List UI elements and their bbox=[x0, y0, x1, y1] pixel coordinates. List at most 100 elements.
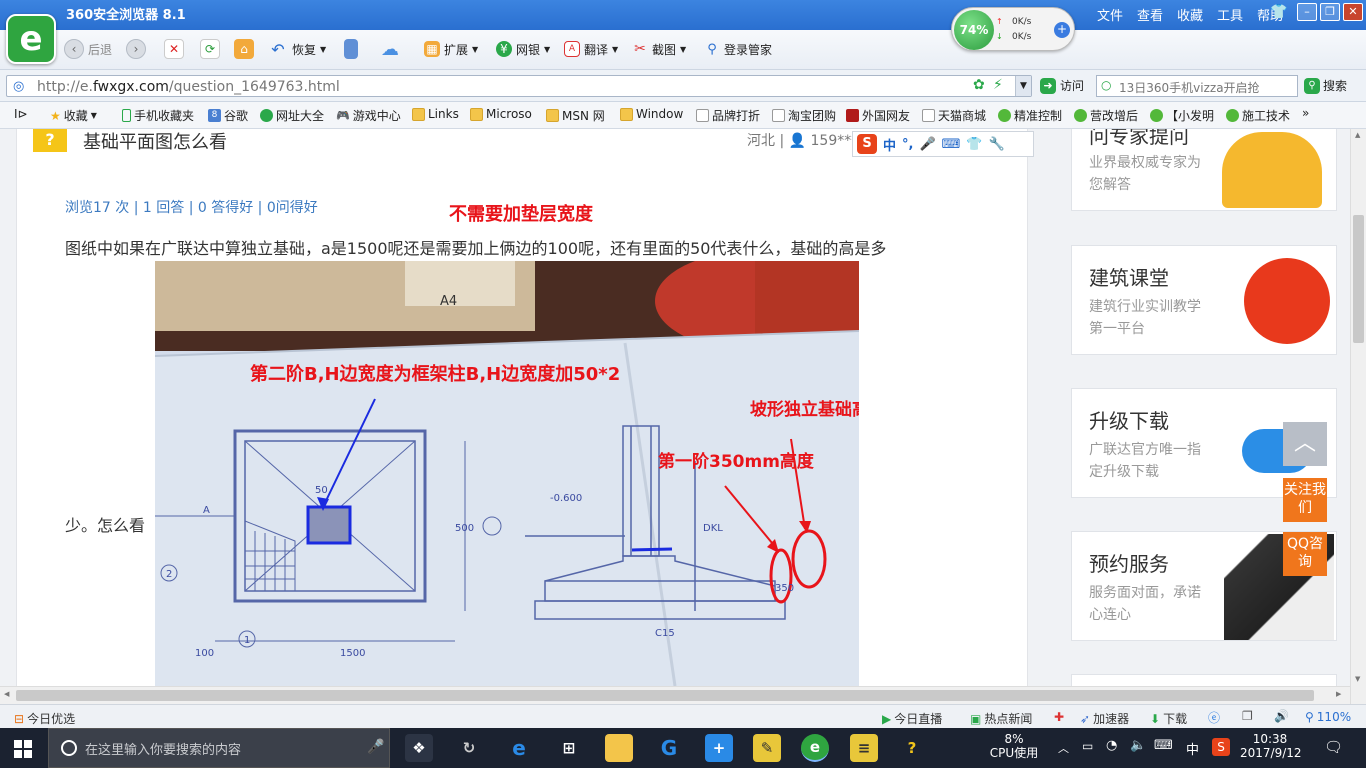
address-input[interactable]: ◎ http://e.fwxgx.com/question_1649763.ht… bbox=[6, 75, 1032, 97]
scroll-right-icon[interactable]: ▶ bbox=[1336, 690, 1341, 698]
search-input[interactable]: ○ 13日360手机vizza开启抢 bbox=[1096, 75, 1298, 97]
ad-block-icon[interactable]: ✿ bbox=[973, 77, 985, 93]
sidebar-ask-expert[interactable]: 问专家提问 业界最权威专家为您解答 bbox=[1071, 129, 1337, 211]
ime-toolbar[interactable]: S 中 °, 🎤 ⌨ 👕 🔧 bbox=[852, 131, 1034, 157]
bookmark-games[interactable]: 🎮 游戏中心 bbox=[336, 107, 401, 124]
plus-circle-icon[interactable]: ✚ bbox=[1054, 710, 1064, 724]
back-to-top-button[interactable]: ︿ bbox=[1283, 422, 1327, 466]
today-picks-link[interactable]: ⊟ 今日优选 bbox=[14, 710, 75, 727]
bookmark-microsoft[interactable]: Microso bbox=[470, 107, 532, 121]
bookmark-windows[interactable]: Window bbox=[620, 107, 683, 121]
horizontal-scroll-thumb[interactable] bbox=[16, 690, 1314, 701]
qq-consult-button[interactable]: QQ咨询 bbox=[1283, 532, 1327, 576]
more-bookmarks-icon[interactable]: » bbox=[1302, 106, 1309, 120]
zoom-level[interactable]: ⚲ 110% bbox=[1305, 710, 1351, 724]
menu-view[interactable]: 查看 bbox=[1137, 5, 1163, 24]
speaker-icon[interactable]: 🔈 bbox=[1130, 738, 1146, 753]
ime-mode-chinese[interactable]: 中 bbox=[883, 135, 896, 154]
help-icon[interactable]: ? bbox=[898, 734, 926, 762]
task-view-icon[interactable]: ❖ bbox=[405, 734, 433, 762]
bookmark-invention[interactable]: 【小发明 bbox=[1150, 107, 1214, 124]
translate-button[interactable]: A 翻译 ▼ bbox=[564, 38, 618, 60]
cpu-usage-widget[interactable]: 8% CPU使用 bbox=[988, 732, 1040, 760]
cloud-button[interactable]: ☁ bbox=[380, 38, 400, 60]
shirt-icon[interactable]: 👕 bbox=[1270, 4, 1287, 20]
menu-tools[interactable]: 工具 bbox=[1217, 5, 1243, 24]
download-button[interactable]: ⬇ 下载 bbox=[1150, 710, 1187, 727]
question-stats[interactable]: 浏览17 次 | 1 回答 | 0 答得好 | 0问得好 bbox=[65, 197, 318, 217]
bookmark-sites[interactable]: 网址大全 bbox=[260, 107, 324, 124]
store-icon[interactable]: ⊞ bbox=[555, 734, 583, 762]
keyboard-icon[interactable]: ⌨ bbox=[942, 137, 961, 152]
refresh-button[interactable]: ⟳ bbox=[200, 38, 220, 60]
forward-button[interactable]: › bbox=[126, 38, 146, 60]
sogou-tray-icon[interactable]: S bbox=[1212, 738, 1230, 756]
close-button[interactable]: ✕ bbox=[1343, 3, 1363, 21]
bank-button[interactable]: ¥ 网银 ▼ bbox=[496, 38, 550, 60]
bookmark-favorites[interactable]: ★ 收藏 ▼ bbox=[50, 107, 97, 124]
minimize-button[interactable]: – bbox=[1297, 3, 1317, 21]
screenshot-button[interactable]: ✂ 截图 ▼ bbox=[632, 38, 686, 60]
skin-icon[interactable]: 👕 bbox=[966, 137, 982, 152]
today-live-link[interactable]: ▶ 今日直播 bbox=[882, 710, 942, 727]
network-speed-widget[interactable]: 74% ↑ 0K/s ↓ 0K/s + bbox=[951, 7, 1075, 51]
microphone-icon[interactable]: 🎤 bbox=[919, 137, 935, 152]
search-button[interactable]: ⚲ 搜索 bbox=[1304, 77, 1347, 94]
back-button[interactable]: ‹ 后退 bbox=[64, 38, 112, 60]
speed-boost-icon[interactable]: + bbox=[1054, 22, 1070, 38]
notification-icon[interactable]: 🗨 bbox=[1324, 738, 1343, 756]
bookmark-links[interactable]: Links bbox=[412, 107, 459, 121]
bookmark-mobile[interactable]: 手机收藏夹 bbox=[122, 107, 194, 124]
app-g-icon[interactable]: G bbox=[655, 734, 683, 762]
ime-punctuation-icon[interactable]: °, bbox=[902, 137, 913, 152]
phone-button[interactable] bbox=[344, 38, 358, 60]
ie-icon[interactable]: ⓔ bbox=[1208, 709, 1220, 726]
notes-app-icon[interactable]: ✎ bbox=[753, 734, 781, 762]
bookmark-construction[interactable]: 施工技术 bbox=[1226, 107, 1290, 124]
microphone-icon[interactable]: 🎤 bbox=[367, 739, 384, 755]
bookmark-brand[interactable]: 品牌打折 bbox=[696, 107, 760, 124]
keyboard-icon[interactable]: ⌨ bbox=[1154, 738, 1173, 753]
swirl-app-icon[interactable]: ↻ bbox=[455, 734, 483, 762]
accelerator-button[interactable]: ➶ 加速器 bbox=[1080, 710, 1129, 727]
scroll-up-icon[interactable]: ▲ bbox=[1355, 131, 1360, 139]
bookmark-precision[interactable]: 精准控制 bbox=[998, 107, 1062, 124]
settings-wrench-icon[interactable]: 🔧 bbox=[989, 137, 1005, 152]
edge-icon[interactable]: e bbox=[505, 734, 533, 762]
browser-logo-icon[interactable]: e bbox=[6, 14, 56, 64]
hot-news-link[interactable]: ▣ 热点新闻 bbox=[970, 710, 1032, 727]
browser-360-taskbar-icon[interactable]: e bbox=[801, 734, 829, 762]
menu-file[interactable]: 文件 bbox=[1097, 5, 1123, 24]
windows-start-icon[interactable] bbox=[14, 740, 32, 758]
notepad-icon[interactable]: ≡ bbox=[850, 734, 878, 762]
app-plus-icon[interactable]: + bbox=[705, 734, 733, 762]
restore-button[interactable]: ↶ 恢复 ▼ bbox=[268, 38, 326, 60]
taskbar-search-box[interactable]: 在这里输入你要搜索的内容 🎤 bbox=[48, 728, 390, 768]
sidebar-toggle-icon[interactable]: I⊳ bbox=[14, 107, 28, 121]
scroll-left-icon[interactable]: ◀ bbox=[4, 690, 9, 698]
bookmark-taobao[interactable]: 淘宝团购 bbox=[772, 107, 836, 124]
ime-indicator[interactable]: 中 bbox=[1186, 739, 1199, 758]
bookmark-google[interactable]: 8 谷歌 bbox=[208, 107, 248, 124]
battery-icon[interactable]: ▭ bbox=[1082, 739, 1093, 753]
maximize-button[interactable]: ❐ bbox=[1320, 3, 1340, 21]
extend-button[interactable]: ▦ 扩展 ▼ bbox=[424, 38, 478, 60]
volume-icon[interactable]: 🔊 bbox=[1274, 709, 1289, 723]
sidebar-building-class[interactable]: 建筑课堂 建筑行业实训教学第一平台 bbox=[1071, 245, 1337, 355]
bookmark-foreign[interactable]: 外国网友 bbox=[846, 107, 910, 124]
window-icon[interactable]: ❐ bbox=[1242, 709, 1253, 723]
wifi-icon[interactable]: ◔ bbox=[1106, 738, 1117, 753]
visit-button[interactable]: ➜ 访问 bbox=[1040, 77, 1084, 94]
clock[interactable]: 10:38 2017/9/12 bbox=[1240, 732, 1302, 760]
home-button[interactable]: ⌂ bbox=[234, 38, 254, 60]
menu-favorites[interactable]: 收藏 bbox=[1177, 5, 1203, 24]
vertical-scroll-thumb[interactable] bbox=[1353, 215, 1364, 343]
horizontal-scrollbar[interactable]: ◀ ▶ bbox=[0, 686, 1350, 704]
scroll-down-icon[interactable]: ▼ bbox=[1355, 675, 1360, 683]
address-dropdown-icon[interactable]: ▼ bbox=[1015, 76, 1031, 96]
stop-button[interactable]: ✕ bbox=[164, 38, 184, 60]
vertical-scrollbar[interactable]: ▲ ▼ bbox=[1350, 129, 1366, 704]
lightning-icon[interactable]: ⚡ bbox=[993, 77, 1003, 93]
login-manager-button[interactable]: ⚲ 登录管家 bbox=[704, 38, 772, 60]
bookmark-vat[interactable]: 营改增后 bbox=[1074, 107, 1138, 124]
